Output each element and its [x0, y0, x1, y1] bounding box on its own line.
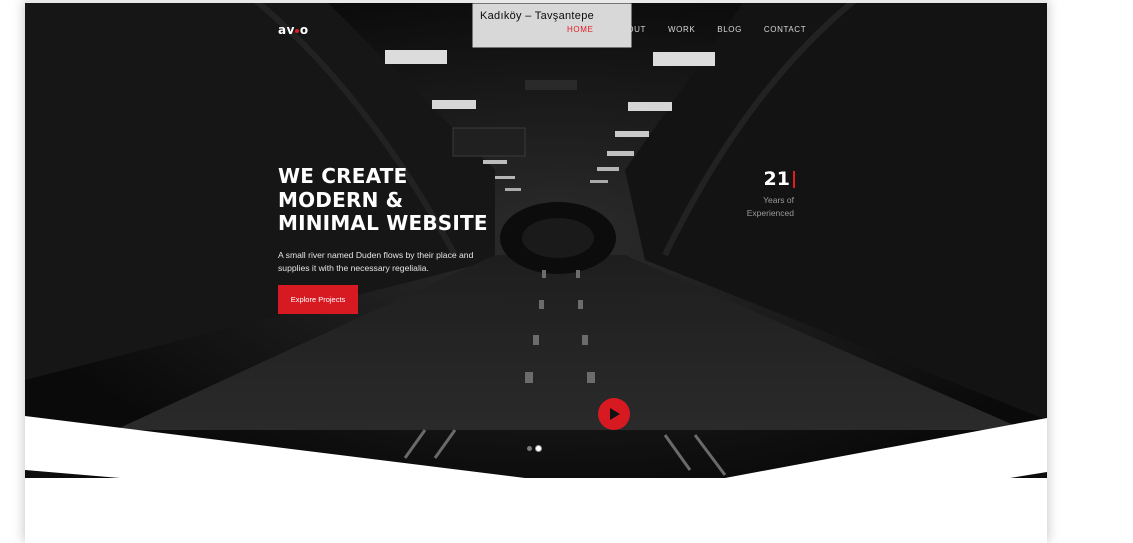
- browser-page: Kadıköy – Tavşantepe av o HOME ABOUT WORK…: [25, 0, 1047, 543]
- hero-bottom-shape: [25, 416, 1047, 478]
- slider-dots: [527, 446, 545, 451]
- play-video-button[interactable]: [598, 398, 630, 430]
- play-icon: [610, 408, 620, 420]
- slider-dot-1[interactable]: [527, 446, 532, 451]
- hero-section: Kadıköy – Tavşantepe av o HOME ABOUT WORK…: [25, 0, 1047, 478]
- slider-dot-2[interactable]: [536, 446, 541, 451]
